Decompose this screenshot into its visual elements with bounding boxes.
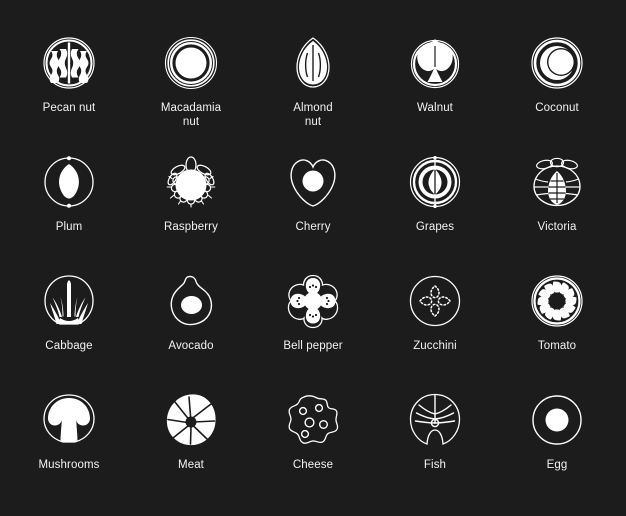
mushrooms-icon: [40, 391, 98, 449]
victoria-icon: [528, 153, 586, 211]
meat-icon: [162, 391, 220, 449]
macadamia-nut-icon: [162, 34, 220, 92]
icon-label: Bell pepper: [283, 340, 343, 352]
cheese-icon: [284, 391, 342, 449]
icon-cell-victoria[interactable]: Victoria: [496, 141, 618, 260]
icon-label: Egg: [546, 459, 568, 471]
tomato-icon: [528, 272, 586, 330]
icon-cell-avocado[interactable]: Avocado: [130, 260, 252, 379]
icon-label: Macadamia nut: [160, 102, 222, 128]
icon-cell-bell-pepper[interactable]: Bell pepper: [252, 260, 374, 379]
icon-cell-grapes[interactable]: Grapes: [374, 141, 496, 260]
avocado-icon: [162, 272, 220, 330]
icon-cell-meat[interactable]: Meat: [130, 379, 252, 498]
raspberry-icon: [162, 153, 220, 211]
plum-icon: [40, 153, 98, 211]
almond-nut-icon: [284, 34, 342, 92]
icon-cell-cheese[interactable]: Cheese: [252, 379, 374, 498]
coconut-icon: [528, 34, 586, 92]
icon-label: Zucchini: [413, 340, 457, 352]
icon-cell-coconut[interactable]: Coconut: [496, 22, 618, 141]
icon-label: Cheese: [292, 459, 334, 471]
icon-label: Tomato: [537, 340, 577, 352]
icon-label: Plum: [55, 221, 83, 233]
walnut-icon: [406, 34, 464, 92]
grapes-icon: [406, 153, 464, 211]
food-icon-grid: Pecan nut Macadamia nut Almond nut Walnu…: [0, 0, 626, 516]
icon-cell-egg[interactable]: Egg: [496, 379, 618, 498]
egg-icon: [528, 391, 586, 449]
icon-cell-zucchini[interactable]: Zucchini: [374, 260, 496, 379]
icon-label: Victoria: [537, 221, 577, 233]
icon-cell-pecan-nut[interactable]: Pecan nut: [8, 22, 130, 141]
icon-label: Cherry: [295, 221, 331, 233]
icon-cell-cherry[interactable]: Cherry: [252, 141, 374, 260]
icon-cell-plum[interactable]: Plum: [8, 141, 130, 260]
icon-label: Pecan nut: [42, 102, 96, 114]
icon-label: Raspberry: [164, 221, 218, 233]
icon-label: Meat: [178, 459, 204, 471]
icon-cell-raspberry[interactable]: Raspberry: [130, 141, 252, 260]
icon-label: Avocado: [168, 340, 214, 352]
icon-cell-mushrooms[interactable]: Mushrooms: [8, 379, 130, 498]
icon-cell-walnut[interactable]: Walnut: [374, 22, 496, 141]
icon-label: Coconut: [535, 102, 579, 114]
bell-pepper-icon: [284, 272, 342, 330]
icon-cell-tomato[interactable]: Tomato: [496, 260, 618, 379]
icon-label: Fish: [423, 459, 447, 471]
zucchini-icon: [406, 272, 464, 330]
icon-label: Mushrooms: [38, 459, 100, 471]
icon-label: Grapes: [415, 221, 455, 233]
icon-cell-macadamia-nut[interactable]: Macadamia nut: [130, 22, 252, 141]
icon-label: Almond nut: [293, 102, 333, 128]
fish-icon: [406, 391, 464, 449]
icon-cell-fish[interactable]: Fish: [374, 379, 496, 498]
icon-label: Walnut: [417, 102, 453, 114]
pecan-nut-icon: [40, 34, 98, 92]
icon-cell-almond-nut[interactable]: Almond nut: [252, 22, 374, 141]
cherry-icon: [284, 153, 342, 211]
icon-label: Cabbage: [45, 340, 93, 352]
icon-cell-cabbage[interactable]: Cabbage: [8, 260, 130, 379]
cabbage-icon: [40, 272, 98, 330]
